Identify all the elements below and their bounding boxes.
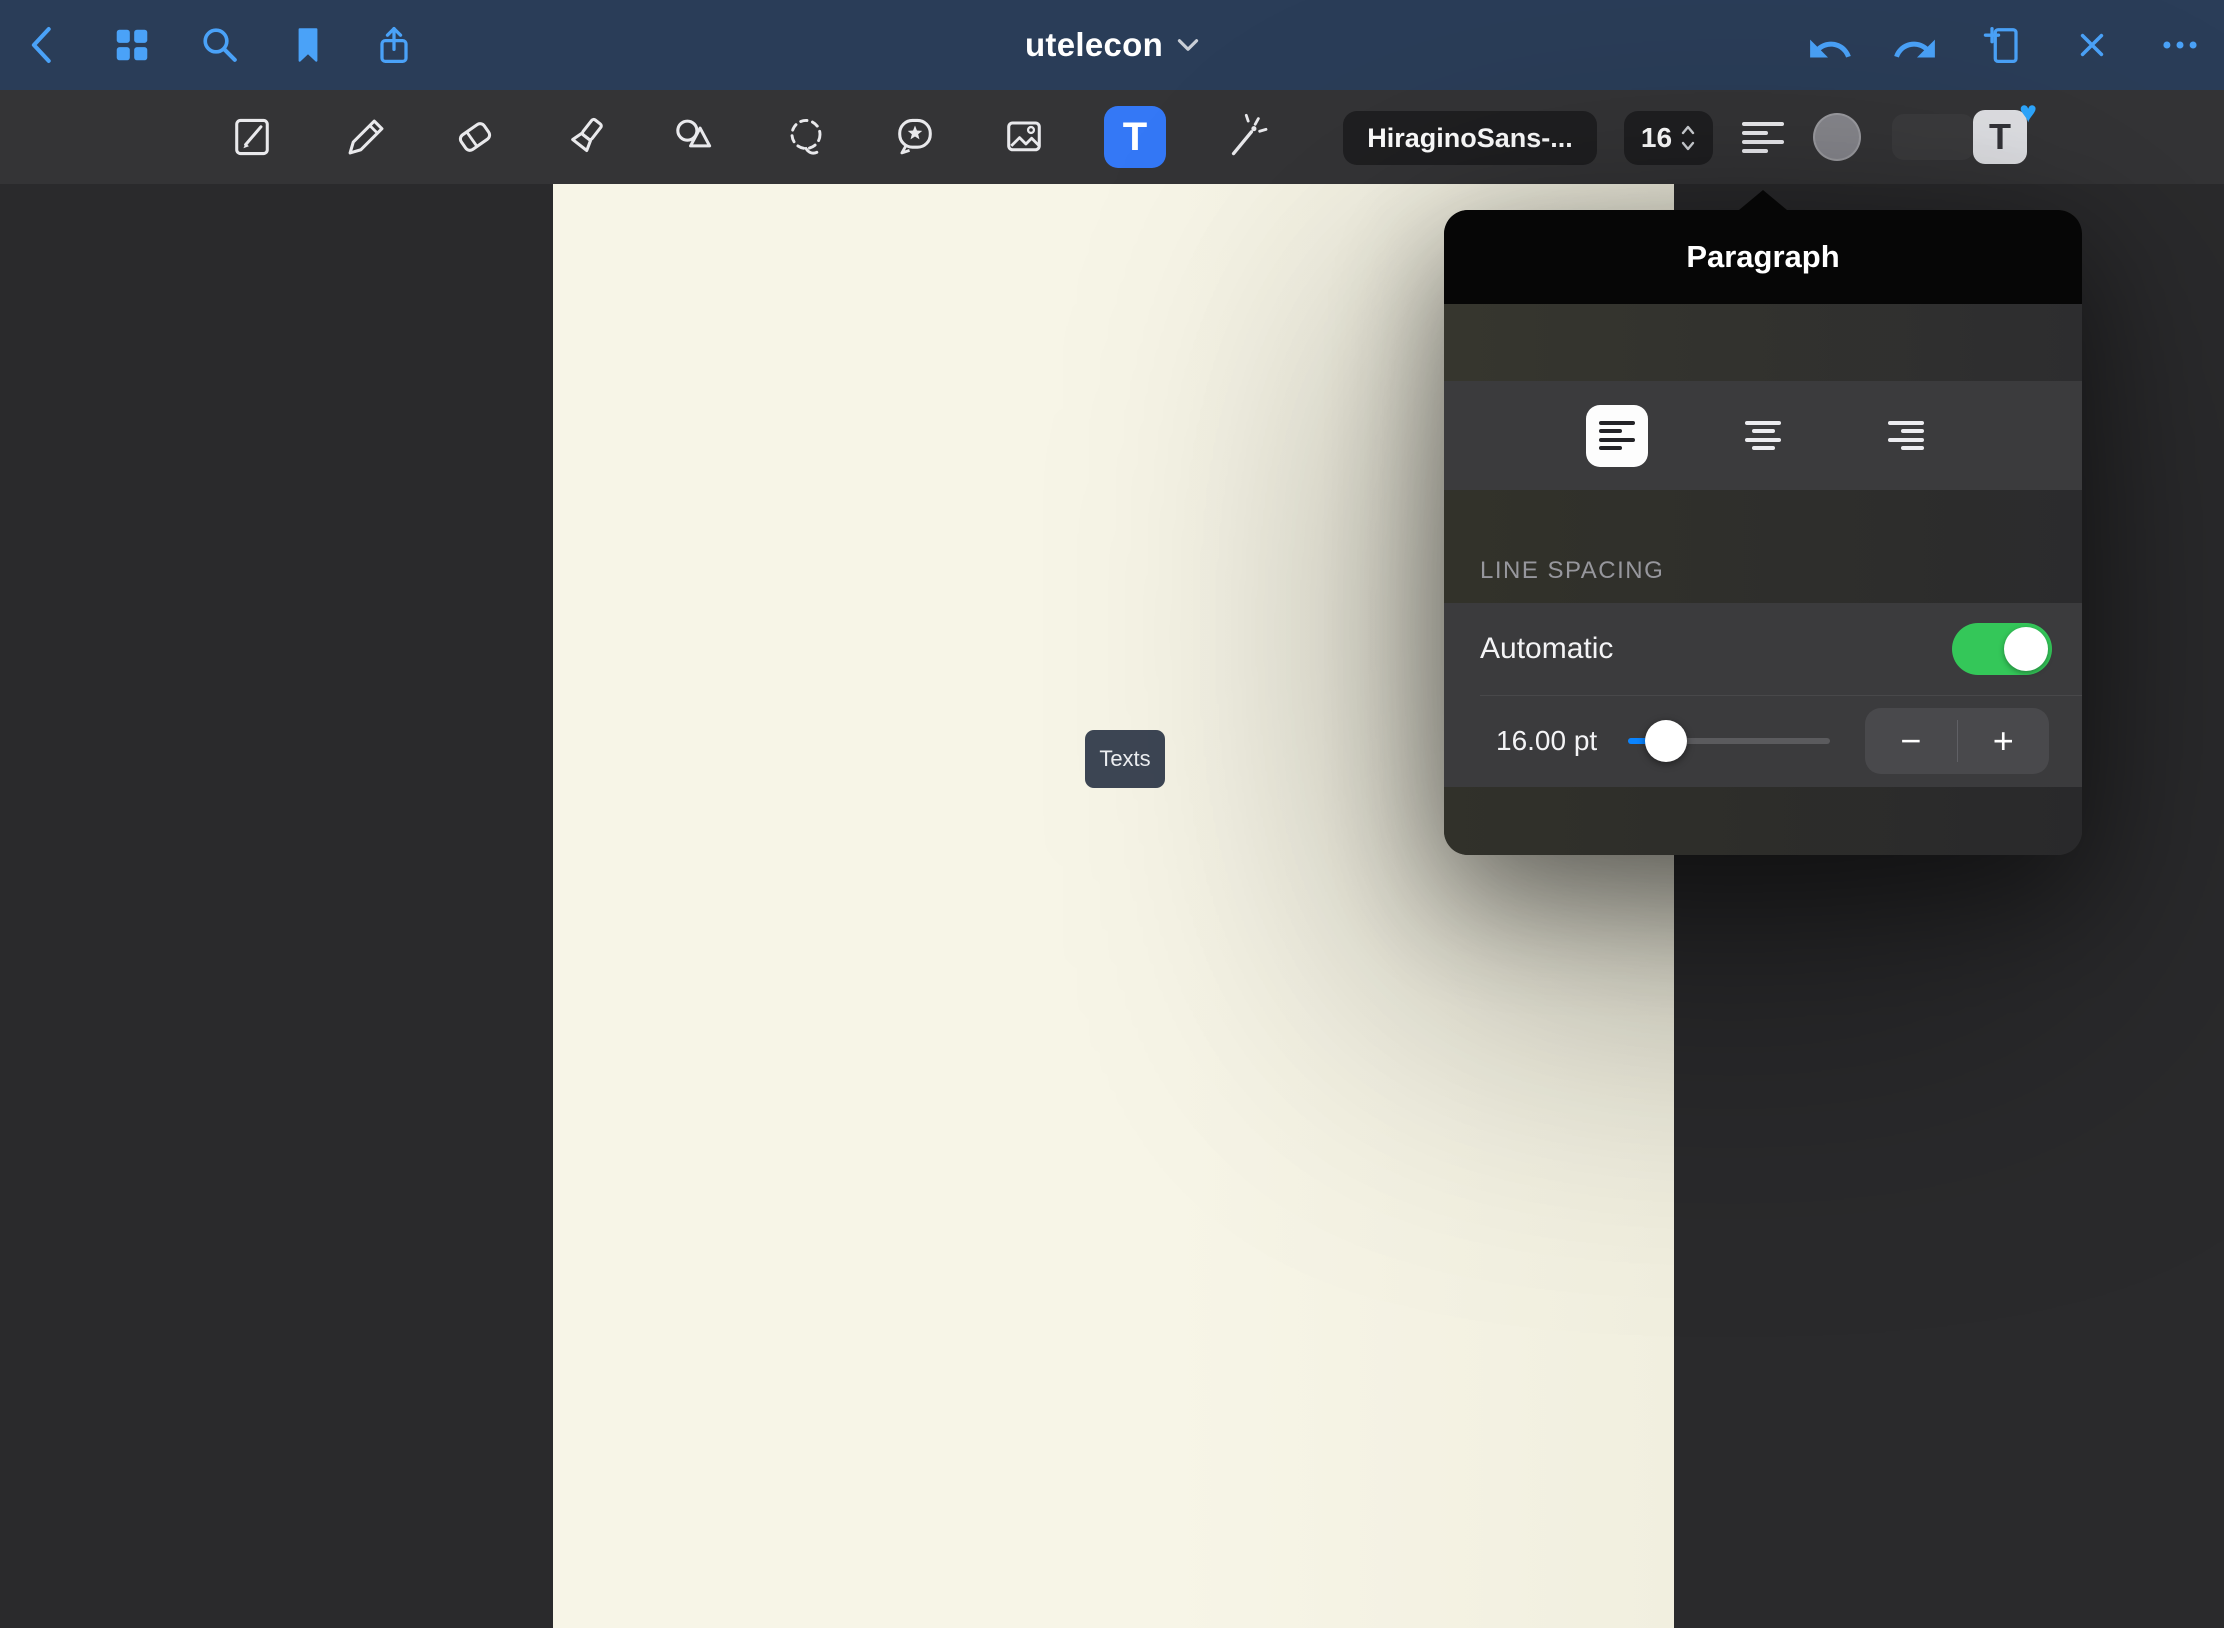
selected-option-badge <box>1586 405 1648 467</box>
font-size-stepper[interactable]: 16 <box>1624 111 1713 165</box>
automatic-toggle[interactable] <box>1952 623 2052 675</box>
document-title: utelecon <box>1025 26 1163 64</box>
laser-pointer-icon <box>1217 109 1273 165</box>
align-center-option[interactable] <box>1731 381 1795 490</box>
pen-tool-button[interactable] <box>334 105 398 169</box>
font-name-label: HiraginoSans-... <box>1367 123 1573 154</box>
highlighter-tool-button[interactable] <box>554 105 618 169</box>
top-navigation-bar: utelecon <box>0 0 2224 90</box>
redo-button[interactable] <box>1887 17 1943 73</box>
text-tool-button-selected[interactable]: T <box>1104 106 1166 168</box>
redo-icon <box>1890 20 1940 70</box>
eraser-tool-button[interactable] <box>443 105 507 169</box>
plus-icon: + <box>1993 720 2014 762</box>
align-left-icon <box>1599 421 1635 451</box>
share-icon <box>370 21 418 69</box>
add-page-button[interactable] <box>1976 17 2032 73</box>
align-center-icon <box>1745 421 1781 451</box>
lasso-icon <box>778 109 834 165</box>
spacing-stepper: − + <box>1865 708 2049 774</box>
increase-spacing-button[interactable]: + <box>1958 708 2050 774</box>
automatic-label: Automatic <box>1480 632 1613 666</box>
popover-bottom-strip <box>1444 787 2082 855</box>
decrease-spacing-button[interactable]: − <box>1865 708 1957 774</box>
undo-button[interactable] <box>1802 17 1858 73</box>
slider-knob[interactable] <box>1645 720 1687 762</box>
bookmark-button[interactable] <box>280 17 336 73</box>
close-icon <box>2069 22 2115 68</box>
share-button[interactable] <box>366 17 422 73</box>
text-color-well[interactable] <box>1813 113 1861 161</box>
chevron-left-icon <box>18 20 68 70</box>
grid-icon <box>108 21 156 69</box>
heart-icon: ♥ <box>2019 98 2037 128</box>
ellipsis-icon <box>2156 21 2204 69</box>
popover-title: Paragraph <box>1686 239 1839 275</box>
spacing-row: 16.00 pt − + <box>1444 695 2082 787</box>
add-page-icon <box>1980 21 2028 69</box>
line-spacing-section-header: LINE SPACING <box>1444 490 2082 603</box>
highlight-color-well[interactable] <box>1892 114 1974 160</box>
search-icon <box>195 20 245 70</box>
spacing-value: 16.00 pt <box>1496 725 1597 757</box>
eraser-icon <box>447 109 503 165</box>
image-icon <box>996 109 1052 165</box>
chevron-down-icon <box>1177 37 1199 53</box>
search-button[interactable] <box>192 17 248 73</box>
highlighter-icon <box>558 109 614 165</box>
paragraph-format-button[interactable] <box>1731 105 1795 169</box>
toggle-knob <box>2004 627 2048 671</box>
pen-icon <box>338 109 394 165</box>
popover-header: Paragraph <box>1444 210 2082 304</box>
undo-icon <box>1805 20 1855 70</box>
alignment-row <box>1444 381 2082 490</box>
align-left-option-selected[interactable] <box>1585 381 1649 490</box>
sticker-star-icon <box>887 109 943 165</box>
align-right-option[interactable] <box>1874 381 1938 490</box>
document-edit-icon <box>224 109 280 165</box>
chevron-up-down-icon <box>1680 122 1696 154</box>
font-name-button[interactable]: HiraginoSans-... <box>1343 111 1597 165</box>
elements-tool-button[interactable] <box>883 105 947 169</box>
text-style-glyph: T <box>1989 116 2011 158</box>
image-tool-button[interactable] <box>992 105 1056 169</box>
more-button[interactable] <box>2152 17 2208 73</box>
page-mode-button[interactable] <box>220 105 284 169</box>
align-right-icon <box>1888 421 1924 451</box>
paragraph-popover: Paragraph <box>1444 210 2082 855</box>
popover-upper-strip <box>1444 304 2082 381</box>
text-tool-glyph: T <box>1123 115 1147 160</box>
app-window: Texts <box>0 0 2224 1628</box>
bookmark-icon <box>285 22 331 68</box>
lasso-tool-button[interactable] <box>774 105 838 169</box>
automatic-row: Automatic <box>1444 603 2082 695</box>
thumbnails-button[interactable] <box>104 17 160 73</box>
minus-icon: − <box>1900 720 1921 762</box>
laser-pointer-button[interactable] <box>1213 105 1277 169</box>
shapes-tool-button[interactable] <box>663 105 727 169</box>
text-object[interactable]: Texts <box>1085 730 1165 788</box>
text-style-favorite-button[interactable]: T ♥ <box>1973 110 2027 164</box>
tools-toolbar: T HiraginoSans-... 16 <box>0 90 2224 184</box>
text-object-label: Texts <box>1099 746 1150 772</box>
line-spacing-label: LINE SPACING <box>1480 557 1664 585</box>
align-left-icon <box>1742 122 1784 153</box>
font-size-value: 16 <box>1641 122 1672 154</box>
popover-caret <box>1739 190 1787 210</box>
back-button[interactable] <box>15 17 71 73</box>
spacing-slider[interactable] <box>1628 695 1830 787</box>
popover-body: Paragraph <box>1444 210 2082 855</box>
close-button[interactable] <box>2064 17 2120 73</box>
shapes-icon <box>667 109 723 165</box>
